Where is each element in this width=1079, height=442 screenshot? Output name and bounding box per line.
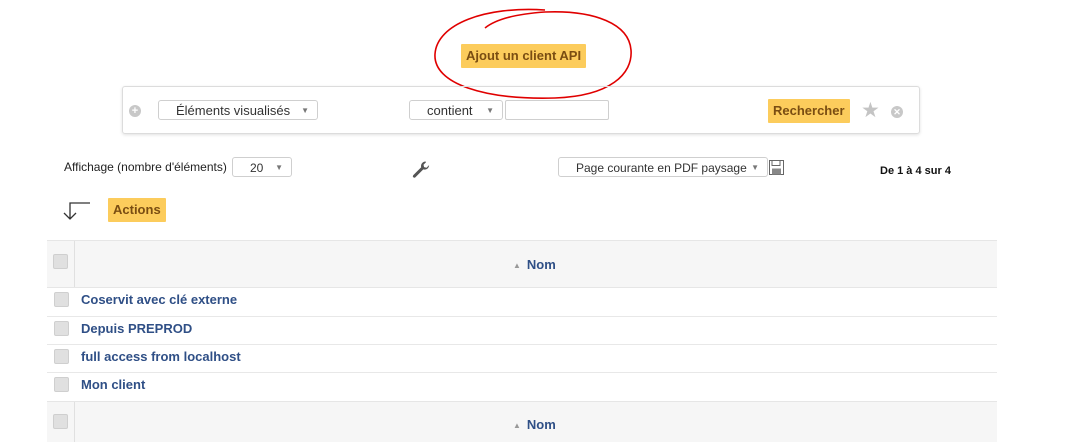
row-divider bbox=[47, 316, 997, 317]
table-row[interactable]: Depuis PREPROD bbox=[81, 321, 192, 336]
row-checkbox[interactable] bbox=[54, 321, 69, 336]
close-icon[interactable]: ✕ bbox=[891, 106, 903, 118]
select-all-checkbox-footer[interactable] bbox=[53, 414, 68, 429]
sort-asc-icon: ▲ bbox=[513, 261, 521, 270]
column-header-name[interactable]: ▲ Nom bbox=[513, 257, 556, 272]
field-select[interactable]: Éléments visualisés ▼ bbox=[158, 100, 318, 120]
row-checkbox[interactable] bbox=[54, 349, 69, 364]
filter-bar: + Éléments visualisés ▼ contient ▼ Reche… bbox=[122, 86, 920, 134]
row-checkbox[interactable] bbox=[54, 292, 69, 307]
chevron-down-icon: ▼ bbox=[301, 106, 309, 115]
table-row[interactable]: Coservit avec clé externe bbox=[81, 292, 237, 307]
table-row[interactable]: Mon client bbox=[81, 377, 145, 392]
sort-asc-icon: ▲ bbox=[513, 421, 521, 430]
row-checkbox[interactable] bbox=[54, 377, 69, 392]
select-all-checkbox[interactable] bbox=[53, 254, 68, 269]
save-icon[interactable] bbox=[769, 160, 784, 175]
display-count-label: Affichage (nombre d'éléments) bbox=[64, 160, 227, 174]
row-divider bbox=[47, 344, 997, 345]
table-footer-header: ▲ Nom bbox=[47, 401, 997, 442]
table-row[interactable]: full access from localhost bbox=[81, 349, 241, 364]
chevron-down-icon: ▼ bbox=[751, 163, 759, 172]
chevron-down-icon: ▼ bbox=[275, 163, 283, 172]
operator-select[interactable]: contient ▼ bbox=[409, 100, 503, 120]
search-button[interactable]: Rechercher bbox=[768, 99, 850, 123]
wrench-icon[interactable] bbox=[411, 160, 431, 180]
export-format-select[interactable]: Page courante en PDF paysage ▼ bbox=[558, 157, 768, 177]
page-size-select[interactable]: 20 ▼ bbox=[232, 157, 292, 177]
pagination-info: De 1 à 4 sur 4 bbox=[880, 165, 951, 177]
add-filter-icon[interactable]: + bbox=[129, 105, 141, 117]
star-icon[interactable]: ★ bbox=[861, 100, 880, 122]
select-arrow-icon bbox=[63, 202, 90, 220]
row-divider bbox=[47, 372, 997, 373]
table-header: ▲ Nom bbox=[47, 240, 997, 288]
chevron-down-icon: ▼ bbox=[486, 106, 494, 115]
actions-button[interactable]: Actions bbox=[108, 198, 166, 222]
filter-value-input[interactable] bbox=[505, 100, 609, 120]
